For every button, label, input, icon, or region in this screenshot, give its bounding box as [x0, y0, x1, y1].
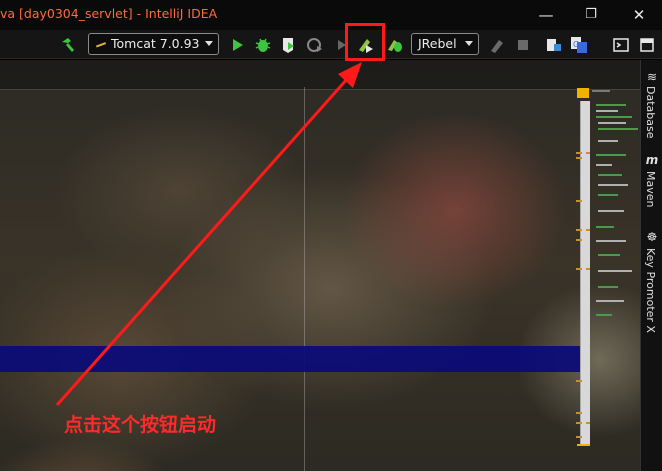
annotation-text: 点击这个按钮启动 [64, 414, 217, 436]
annotation-arrow [55, 62, 362, 406]
